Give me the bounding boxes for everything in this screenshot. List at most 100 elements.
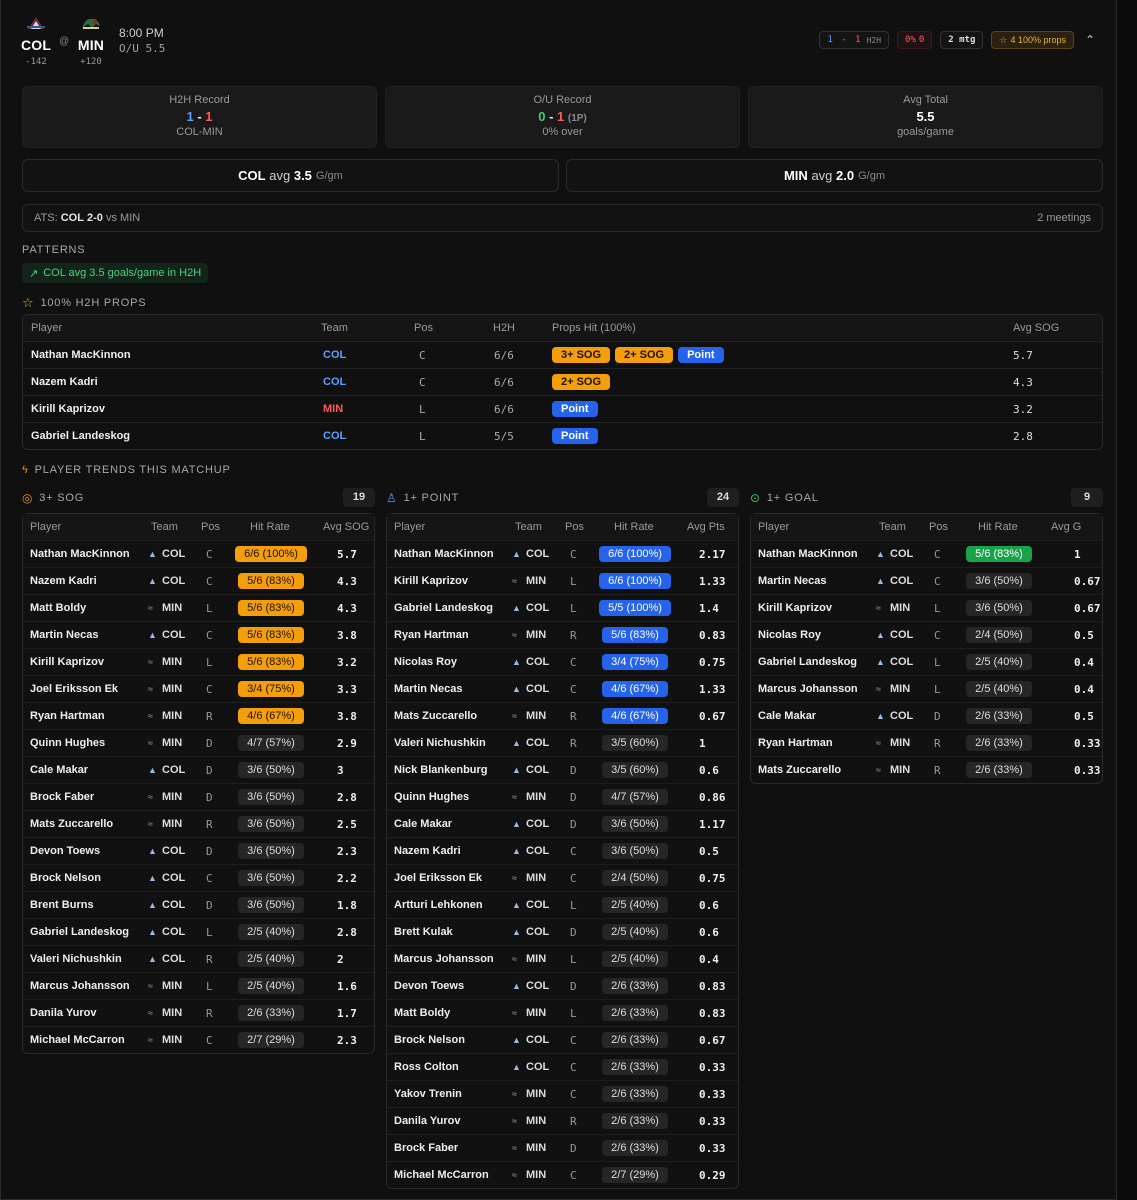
trend-row[interactable]: Nathan MacKinnon ▲ COL C 6/6 (100%) 2.17 bbox=[387, 540, 738, 567]
trend-row[interactable]: Nathan MacKinnon ▲ COL C 6/6 (100%) 5.7 bbox=[23, 540, 374, 567]
trend-row[interactable]: Brock Nelson ▲ COL C 2/6 (33%) 0.67 bbox=[387, 1026, 738, 1053]
trend-row[interactable]: Michael McCarron ≈ MIN C 2/7 (29%) 0.29 bbox=[387, 1161, 738, 1188]
trend-row[interactable]: Brent Burns ▲ COL D 3/6 (50%) 1.8 bbox=[23, 891, 374, 918]
position: C bbox=[570, 656, 577, 669]
team-abbr: MIN bbox=[526, 1088, 547, 1100]
trend-row[interactable]: Ryan Hartman ≈ MIN R 5/6 (83%) 0.83 bbox=[387, 621, 738, 648]
trend-row[interactable]: Kirill Kaprizov ≈ MIN L 5/6 (83%) 3.2 bbox=[23, 648, 374, 675]
trend-row[interactable]: Matt Boldy ≈ MIN L 5/6 (83%) 4.3 bbox=[23, 594, 374, 621]
trend-row[interactable]: Mats Zuccarello ≈ MIN R 4/6 (67%) 0.67 bbox=[387, 702, 738, 729]
props-row[interactable]: Nathan MacKinnon COL C 6/6 3+ SOG 2+ SOG Point… bbox=[23, 341, 1102, 368]
trend-row[interactable]: Brock Nelson ▲ COL C 3/6 (50%) 2.2 bbox=[23, 864, 374, 891]
trend-row[interactable]: Cale Makar ▲ COL D 3/6 (50%) 3 bbox=[23, 756, 374, 783]
trend-row[interactable]: Ryan Hartman ≈ MIN R 4/6 (67%) 3.8 bbox=[23, 702, 374, 729]
trends-heading-text: PLAYER TRENDS THIS MATCHUP bbox=[34, 464, 231, 476]
props-h2h: 6/6 bbox=[494, 348, 514, 362]
h2h-record-sep: - bbox=[193, 109, 206, 124]
wild-mini-icon: ≈ bbox=[148, 1035, 153, 1045]
trend-row[interactable]: Marcus Johansson ≈ MIN L 2/5 (40%) 0.4 bbox=[387, 945, 738, 972]
trend-row[interactable]: Devon Toews ▲ COL D 2/6 (33%) 0.83 bbox=[387, 972, 738, 999]
trend-row[interactable]: Cale Makar ▲ COL D 2/6 (33%) 0.5 bbox=[751, 702, 1102, 729]
trend-row[interactable]: Matt Boldy ≈ MIN L 2/6 (33%) 0.83 bbox=[387, 999, 738, 1026]
trend-row[interactable]: Kirill Kaprizov ≈ MIN L 6/6 (100%) 1.33 bbox=[387, 567, 738, 594]
away-team: COL -142 bbox=[21, 14, 51, 67]
trend-row[interactable]: Martin Necas ▲ COL C 4/6 (67%) 1.33 bbox=[387, 675, 738, 702]
trend-row[interactable]: Nathan MacKinnon ▲ COL C 5/6 (83%) 1 bbox=[751, 540, 1102, 567]
trend-row[interactable]: Gabriel Landeskog ▲ COL L 5/5 (100%) 1.4 bbox=[387, 594, 738, 621]
prop-pill: 3+ SOG bbox=[552, 347, 611, 363]
wild-mini-icon: ≈ bbox=[512, 873, 517, 883]
trend-row[interactable]: Ryan Hartman ≈ MIN R 2/6 (33%) 0.33 bbox=[751, 729, 1102, 756]
trend-row[interactable]: Martin Necas ▲ COL C 5/6 (83%) 3.8 bbox=[23, 621, 374, 648]
trend-row[interactable]: Danila Yurov ≈ MIN R 2/6 (33%) 1.7 bbox=[23, 999, 374, 1026]
ou-sep: - bbox=[545, 109, 558, 124]
trend-row[interactable]: Martin Necas ▲ COL C 3/6 (50%) 0.67 bbox=[751, 567, 1102, 594]
team-abbr: COL bbox=[890, 710, 914, 722]
hit-rate-pill: 2/6 (33%) bbox=[966, 735, 1032, 751]
trend-row[interactable]: Joel Eriksson Ek ≈ MIN C 2/4 (50%) 0.75 bbox=[387, 864, 738, 891]
position: L bbox=[206, 656, 213, 669]
avg-stat: 0.83 bbox=[699, 1007, 726, 1020]
team-abbr: COL bbox=[162, 926, 186, 938]
hit-rate-pill: 3/6 (50%) bbox=[238, 870, 304, 886]
trend-row[interactable]: Nazem Kadri ▲ COL C 5/6 (83%) 4.3 bbox=[23, 567, 374, 594]
avg-stat: 1.4 bbox=[699, 602, 719, 615]
team-abbr: COL bbox=[526, 548, 550, 560]
award-icon: ♙ bbox=[386, 491, 398, 505]
trend-row[interactable]: Danila Yurov ≈ MIN R 2/6 (33%) 0.33 bbox=[387, 1107, 738, 1134]
trend-row[interactable]: Nazem Kadri ▲ COL C 3/6 (50%) 0.5 bbox=[387, 837, 738, 864]
trend-row[interactable]: Brock Faber ≈ MIN D 2/6 (33%) 0.33 bbox=[387, 1134, 738, 1161]
trend-row[interactable]: Mats Zuccarello ≈ MIN R 3/6 (50%) 2.5 bbox=[23, 810, 374, 837]
trend-row[interactable]: Nick Blankenburg ▲ COL D 3/5 (60%) 0.6 bbox=[387, 756, 738, 783]
matchup-header[interactable]: COL -142 @ MIN +120 8:00 PM O/U 5.5 1 - … bbox=[1, 0, 1118, 80]
trend-row[interactable]: Marcus Johansson ≈ MIN L 2/5 (40%) 0.4 bbox=[751, 675, 1102, 702]
position: D bbox=[570, 791, 577, 804]
trend-row[interactable]: Ross Colton ▲ COL C 2/6 (33%) 0.33 bbox=[387, 1053, 738, 1080]
over-pct-value: 0 bbox=[918, 35, 925, 45]
avalanche-mini-icon: ▲ bbox=[876, 549, 885, 559]
trend-row[interactable]: Nicolas Roy ▲ COL C 2/4 (50%) 0.5 bbox=[751, 621, 1102, 648]
team-abbr: COL bbox=[890, 548, 914, 560]
trend-row[interactable]: Quinn Hughes ≈ MIN D 4/7 (57%) 0.86 bbox=[387, 783, 738, 810]
trend-row[interactable]: Valeri Nichushkin ▲ COL R 3/5 (60%) 1 bbox=[387, 729, 738, 756]
chevron-up-icon[interactable]: ⌃ bbox=[1082, 32, 1098, 48]
props-row[interactable]: Kirill Kaprizov MIN L 6/6 Point 3.2 bbox=[23, 395, 1102, 422]
trend-row[interactable]: Quinn Hughes ≈ MIN D 4/7 (57%) 2.9 bbox=[23, 729, 374, 756]
trend-row[interactable]: Joel Eriksson Ek ≈ MIN C 3/4 (75%) 3.3 bbox=[23, 675, 374, 702]
trend-row[interactable]: Artturi Lehkonen ▲ COL L 2/5 (40%) 0.6 bbox=[387, 891, 738, 918]
team-abbr: COL bbox=[526, 602, 550, 614]
trend-row[interactable]: Devon Toews ▲ COL D 3/6 (50%) 2.3 bbox=[23, 837, 374, 864]
avg-stat: 0.33 bbox=[699, 1088, 726, 1101]
trend-row[interactable]: Brock Faber ≈ MIN D 3/6 (50%) 2.8 bbox=[23, 783, 374, 810]
hit-rate-pill: 3/5 (60%) bbox=[602, 762, 668, 778]
trend-row[interactable]: Brett Kulak ▲ COL D 2/5 (40%) 0.6 bbox=[387, 918, 738, 945]
trend-row[interactable]: Yakov Trenin ≈ MIN C 2/6 (33%) 0.33 bbox=[387, 1080, 738, 1107]
trend-row[interactable]: Gabriel Landeskog ▲ COL L 2/5 (40%) 2.8 bbox=[23, 918, 374, 945]
props-row[interactable]: Gabriel Landeskog COL L 5/5 Point 2.8 bbox=[23, 422, 1102, 449]
trend-header-cell: Hit Rate bbox=[614, 521, 654, 533]
trend-row[interactable]: Mats Zuccarello ≈ MIN R 2/6 (33%) 0.33 bbox=[751, 756, 1102, 783]
pattern-chip: ↗ COL avg 3.5 goals/game in H2H bbox=[22, 263, 209, 283]
trend-title-text: 1+ GOAL bbox=[766, 492, 819, 504]
trend-row[interactable]: Marcus Johansson ≈ MIN L 2/5 (40%) 1.6 bbox=[23, 972, 374, 999]
trend-row[interactable]: Nicolas Roy ▲ COL C 3/4 (75%) 0.75 bbox=[387, 648, 738, 675]
trend-count-badge: 19 bbox=[343, 488, 375, 507]
trend-row[interactable]: Michael McCarron ≈ MIN C 2/7 (29%) 2.3 bbox=[23, 1026, 374, 1053]
trend-row[interactable]: Gabriel Landeskog ▲ COL L 2/5 (40%) 0.4 bbox=[751, 648, 1102, 675]
avg-stat: 0.33 bbox=[699, 1061, 726, 1074]
props-row[interactable]: Nazem Kadri COL C 6/6 2+ SOG 4.3 bbox=[23, 368, 1102, 395]
avalanche-mini-icon: ▲ bbox=[148, 576, 157, 586]
props-h2h: 6/6 bbox=[494, 375, 514, 389]
matchup-card: COL -142 @ MIN +120 8:00 PM O/U 5.5 1 - … bbox=[0, 0, 1117, 1200]
avalanche-mini-icon: ▲ bbox=[148, 873, 157, 883]
trend-row[interactable]: Cale Makar ▲ COL D 3/6 (50%) 1.17 bbox=[387, 810, 738, 837]
wild-mini-icon: ≈ bbox=[876, 765, 881, 775]
position: R bbox=[570, 737, 577, 750]
home-abbr: MIN bbox=[77, 37, 105, 53]
avg-stat: 2.8 bbox=[337, 926, 357, 939]
avg-stat: 0.33 bbox=[699, 1142, 726, 1155]
avg-stat: 1.7 bbox=[337, 1007, 357, 1020]
away-avg-team: COL bbox=[238, 168, 266, 183]
trend-row[interactable]: Valeri Nichushkin ▲ COL R 2/5 (40%) 2 bbox=[23, 945, 374, 972]
trend-row[interactable]: Kirill Kaprizov ≈ MIN L 3/6 (50%) 0.67 bbox=[751, 594, 1102, 621]
